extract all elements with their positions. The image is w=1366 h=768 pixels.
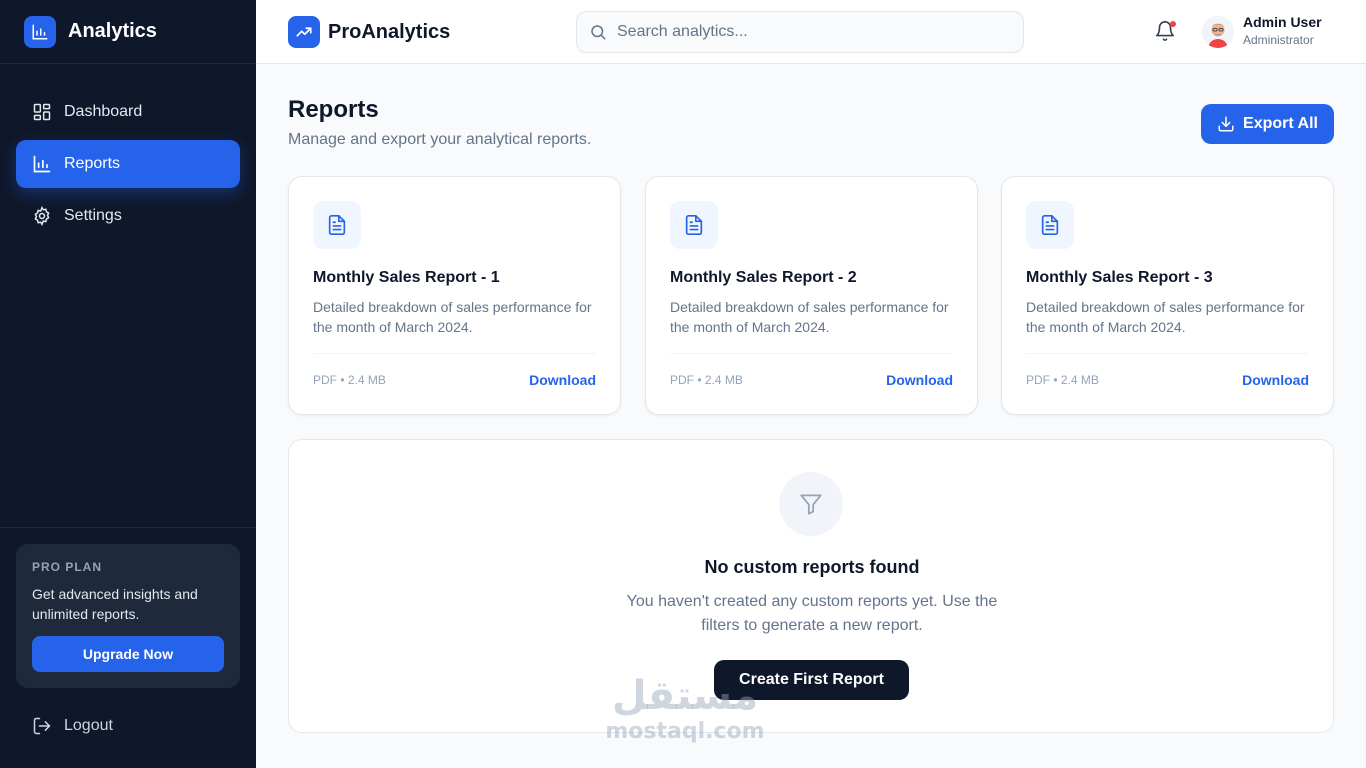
report-card-description: Detailed breakdown of sales performance …: [1026, 299, 1305, 335]
download-link[interactable]: Download: [529, 372, 596, 388]
report-card-title: Monthly Sales Report - 1: [313, 269, 500, 286]
sidebar-brand[interactable]: Analytics: [0, 0, 256, 64]
search-box: [576, 11, 1024, 53]
avatar[interactable]: [1202, 16, 1234, 48]
logout-icon: [32, 716, 52, 736]
sidebar-item-settings[interactable]: Settings: [16, 192, 240, 240]
bar-chart-icon: [32, 154, 52, 174]
user-role: Administrator: [1243, 33, 1314, 47]
search-icon: [589, 23, 607, 41]
download-link[interactable]: Download: [1242, 372, 1309, 388]
document-icon: [1026, 201, 1074, 249]
empty-state-panel: No custom reports found You haven't crea…: [288, 439, 1334, 733]
logout-button[interactable]: Logout: [32, 716, 113, 736]
filter-icon: [779, 472, 843, 536]
sidebar: Analytics Dashboard Reports Settings PRO…: [0, 0, 256, 768]
card-divider: [670, 353, 953, 354]
bar-chart-icon: [24, 15, 56, 48]
trending-up-icon: [288, 16, 320, 48]
download-icon: [1217, 115, 1235, 133]
sidebar-item-dashboard[interactable]: Dashboard: [16, 88, 240, 136]
report-card-description: Detailed breakdown of sales performance …: [670, 299, 949, 335]
card-divider: [1026, 353, 1309, 354]
notification-button[interactable]: [1154, 20, 1178, 44]
sidebar-nav: Dashboard Reports Settings: [0, 64, 256, 240]
export-all-button[interactable]: Export All: [1201, 104, 1334, 144]
report-card-title: Monthly Sales Report - 3: [1026, 269, 1213, 286]
logout-label: Logout: [64, 717, 113, 734]
sidebar-item-reports[interactable]: Reports: [16, 140, 240, 188]
user-name: Admin User: [1243, 14, 1322, 30]
sidebar-brand-label: Analytics: [68, 20, 157, 42]
document-icon: [313, 201, 361, 249]
report-card: Monthly Sales Report - 1 Detailed breakd…: [288, 176, 621, 415]
export-all-label: Export All: [1243, 115, 1318, 132]
page-title: Reports: [288, 96, 379, 123]
empty-state-description: You haven't created any custom reports y…: [626, 593, 998, 634]
upgrade-now-button[interactable]: Upgrade Now: [32, 636, 224, 672]
sidebar-item-label: Settings: [64, 207, 122, 224]
pro-plan-text: Get advanced insights and unlimited repo…: [32, 586, 198, 622]
notification-dot: [1170, 21, 1176, 27]
header-brand[interactable]: ProAnalytics: [288, 16, 450, 48]
sidebar-divider: [0, 527, 256, 528]
report-card-title: Monthly Sales Report - 2: [670, 269, 857, 286]
report-card: Monthly Sales Report - 2 Detailed breakd…: [645, 176, 978, 415]
download-link[interactable]: Download: [886, 372, 953, 388]
user-avatar-icon: [1202, 16, 1234, 48]
header-brand-label: ProAnalytics: [328, 20, 451, 43]
gear-icon: [32, 206, 52, 226]
card-divider: [313, 353, 596, 354]
user-info[interactable]: Admin User Administrator: [1243, 14, 1322, 47]
pro-plan-label: PRO PLAN: [32, 560, 103, 574]
sidebar-item-label: Dashboard: [64, 103, 143, 120]
sidebar-item-label: Reports: [64, 155, 121, 172]
document-icon: [670, 201, 718, 249]
empty-state-title: No custom reports found: [704, 557, 920, 577]
create-first-report-button[interactable]: Create First Report: [714, 660, 909, 700]
pro-plan-card: PRO PLAN Get advanced insights and unlim…: [16, 544, 240, 688]
report-card: Monthly Sales Report - 3 Detailed breakd…: [1001, 176, 1334, 415]
report-card-meta: PDF • 2.4 MB: [670, 373, 743, 387]
report-card-meta: PDF • 2.4 MB: [1026, 373, 1099, 387]
report-card-description: Detailed breakdown of sales performance …: [313, 299, 592, 335]
search-input[interactable]: [617, 23, 997, 41]
report-card-meta: PDF • 2.4 MB: [313, 373, 386, 387]
top-header: ProAnalytics Admin User Administrator: [256, 0, 1366, 64]
page-subtitle: Manage and export your analytical report…: [288, 131, 592, 148]
dashboard-icon: [32, 102, 52, 122]
